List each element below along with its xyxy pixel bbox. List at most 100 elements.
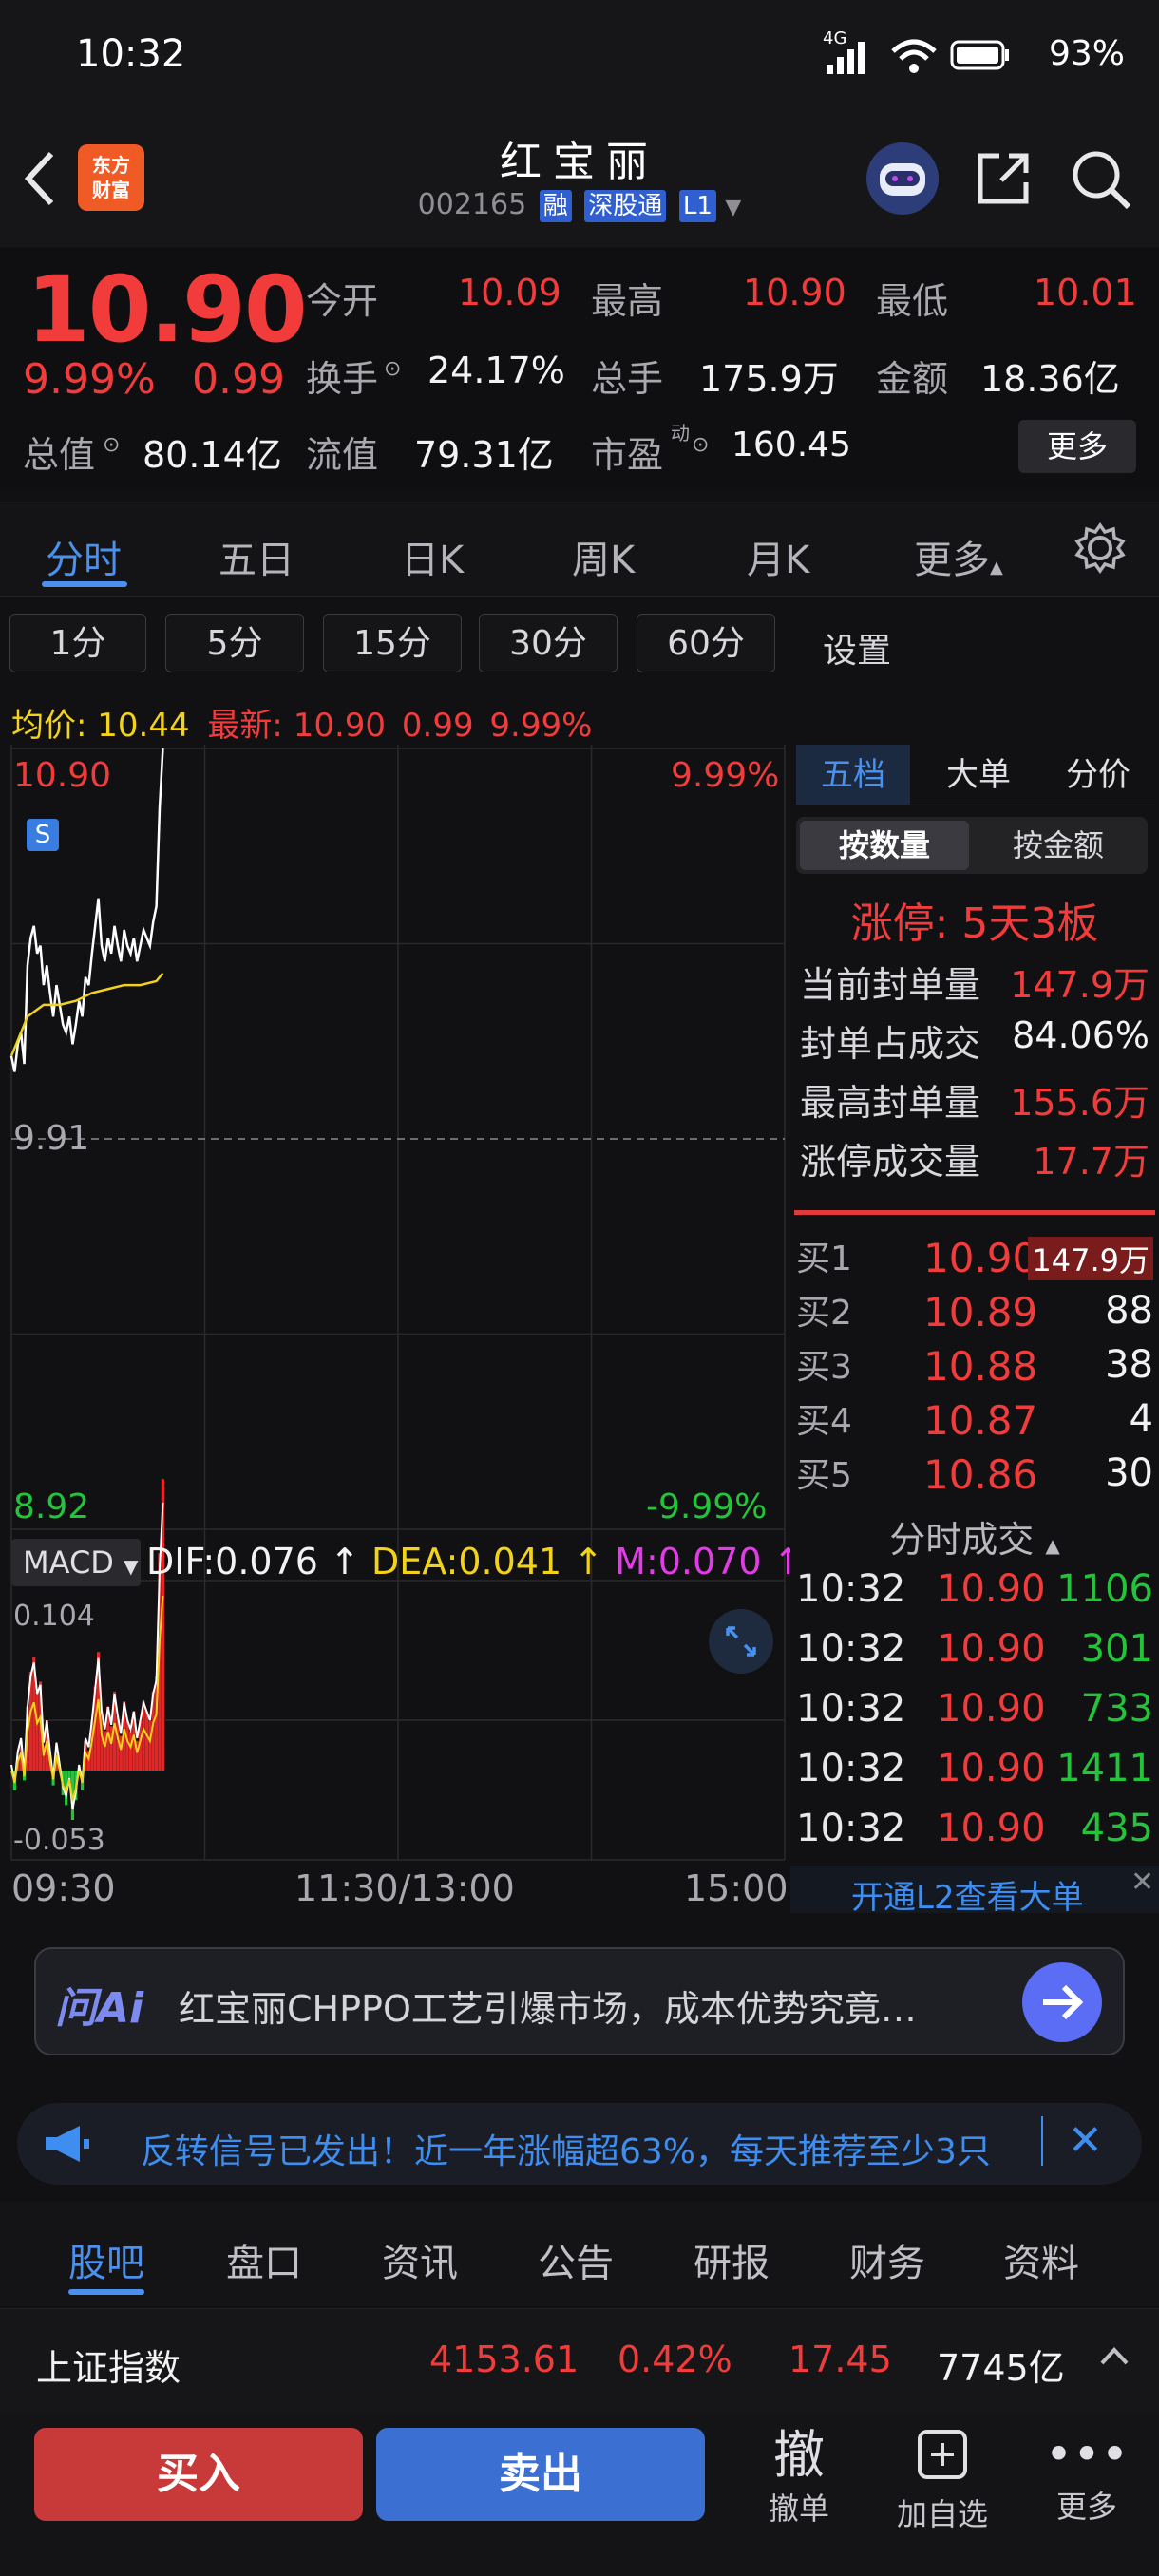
info-icon[interactable]: ⊙ [103, 433, 120, 457]
pe-superscript: 动 [671, 422, 690, 445]
chevron-down-icon: ▼ [725, 196, 742, 219]
macd-axis-top: 0.104 [13, 1600, 95, 1633]
info-icon[interactable]: ⊙ [384, 357, 401, 381]
tab-five-day[interactable]: 五日 [218, 529, 294, 584]
sub-tab-by-amount[interactable]: 按金额 [973, 821, 1144, 870]
sell-button[interactable]: 卖出 [376, 2428, 705, 2521]
change-percent: 9.99% [23, 355, 156, 404]
search-icon[interactable] [1070, 148, 1132, 215]
info-icon[interactable]: ⊙ [692, 433, 709, 457]
arrow-right-icon[interactable] [1022, 1962, 1102, 2042]
cancel-order-icon: 撤 [773, 2425, 825, 2485]
index-name: 上证指数 [36, 2347, 181, 2389]
bid-price[interactable]: 10.88 [923, 1343, 1037, 1390]
price-axis-top: 10.90 [13, 756, 112, 795]
tab-monthly-k[interactable]: 月K [747, 529, 809, 584]
interval-settings-link[interactable]: 设置 [823, 623, 891, 672]
tab-announcements[interactable]: 公告 [538, 2232, 614, 2287]
buy-button[interactable]: 买入 [34, 2428, 363, 2521]
change-amount: 0.99 [192, 355, 285, 404]
bid-price[interactable]: 10.86 [923, 1451, 1037, 1498]
robot-assistant-icon[interactable] [866, 142, 939, 215]
tab-news[interactable]: 资讯 [382, 2232, 458, 2287]
tab-price-distribution[interactable]: 分价 [1041, 745, 1155, 805]
seal-row-label: 最高封单量 [800, 1082, 981, 1124]
tab-more[interactable]: 更多▲ [914, 529, 1003, 584]
battery-percent: 93% [1048, 34, 1125, 73]
interval-1min-button[interactable]: 1分 [10, 614, 146, 672]
more-menu-button[interactable]: ••• 更多 [1037, 2426, 1136, 2527]
gear-icon[interactable] [1074, 521, 1127, 578]
macd-selector[interactable]: MACD ▼ [11, 1539, 141, 1586]
turnover-value: 24.17% [428, 350, 565, 391]
tick-time: 10:32 [796, 1747, 906, 1790]
level-tag: L1 [678, 190, 716, 222]
tab-forum[interactable]: 股吧 [68, 2232, 144, 2287]
tab-daily-k[interactable]: 日K [401, 529, 464, 584]
avg-label: 均价: [11, 707, 87, 745]
signal-s-marker[interactable]: S [27, 819, 59, 851]
price-line [10, 748, 164, 1072]
tab-profile[interactable]: 资料 [1003, 2232, 1079, 2287]
margin-tag: 融 [539, 190, 572, 222]
battery-icon [950, 38, 1011, 76]
more-button[interactable]: 更多 [1018, 420, 1136, 473]
bid-level-label: 买2 [796, 1294, 852, 1333]
divider [1041, 2116, 1043, 2166]
amount-label: 金额 [876, 358, 949, 400]
interval-5min-button[interactable]: 5分 [165, 614, 304, 672]
tick-time: 10:32 [796, 1627, 906, 1671]
high-value: 10.90 [743, 272, 846, 313]
wifi-icon [889, 38, 939, 80]
stock-code: 002165 [417, 188, 527, 221]
open-value: 10.09 [458, 272, 561, 313]
seal-row-label: 封单占成交 [800, 1023, 981, 1065]
promo-text[interactable]: 反转信号已发出！近一年涨幅超63%，每天推荐至少3只 [141, 2124, 1043, 2173]
bid-price[interactable]: 10.89 [923, 1289, 1037, 1335]
index-change: 17.45 [788, 2339, 892, 2380]
bid-price[interactable]: 10.90 [923, 1235, 1037, 1281]
close-icon[interactable]: ✕ [1068, 2116, 1103, 2165]
sub-tab-group: 按数量 按金额 [796, 817, 1148, 874]
bid-price[interactable]: 10.87 [923, 1397, 1037, 1444]
order-panel-tabs: 五档 大单 分价 [792, 745, 1155, 805]
price-axis-bottom: 8.92 [13, 1487, 90, 1526]
l2-banner[interactable]: 开通L2查看大单 ✕ [790, 1866, 1159, 1917]
macd-bar [128, 1731, 133, 1771]
tick-time: 10:32 [796, 1687, 906, 1731]
tab-weekly-k[interactable]: 周K [572, 529, 635, 584]
tab-research[interactable]: 研报 [694, 2232, 770, 2287]
interval-60min-button[interactable]: 60分 [636, 614, 775, 672]
interval-30min-button[interactable]: 30分 [479, 614, 618, 672]
add-watchlist-button[interactable]: 加自选 [889, 2426, 996, 2534]
share-icon[interactable] [973, 148, 1034, 213]
chevron-up-icon[interactable] [1098, 2342, 1130, 2375]
intraday-chart[interactable] [0, 745, 788, 1913]
tick-volume: 435 [1080, 1807, 1153, 1850]
close-icon[interactable]: ✕ [1130, 1866, 1154, 1899]
tick-volume: 301 [1080, 1627, 1153, 1671]
bid-volume: 30 [1105, 1451, 1153, 1495]
ticks-title[interactable]: 分时成交 ▲ [790, 1510, 1159, 1563]
interval-15min-button[interactable]: 15分 [323, 614, 462, 672]
tab-intraday[interactable]: 分时 [46, 529, 122, 584]
bid-volume: 38 [1105, 1343, 1153, 1387]
tab-orderbook[interactable]: 盘口 [226, 2232, 302, 2287]
tab-big-orders[interactable]: 大单 [922, 745, 1036, 805]
ai-prompt-text[interactable]: 红宝丽CHPPO工艺引爆市场，成本优势究竟… [179, 1979, 996, 2032]
tick-price: 10.90 [937, 1687, 1046, 1731]
bid-volume: 4 [1129, 1397, 1153, 1441]
period-tab-bar: 分时 五日 日K 周K 月K 更多▲ [0, 502, 1159, 597]
tab-financials[interactable]: 财务 [849, 2232, 925, 2287]
chart-grid [10, 745, 786, 1861]
cancel-order-button[interactable]: 撤 撤单 [750, 2426, 847, 2529]
sub-tab-by-quantity[interactable]: 按数量 [800, 821, 969, 870]
add-square-icon [918, 2430, 967, 2479]
latest-value: 10.90 [293, 707, 387, 745]
bid-level-label: 买4 [796, 1402, 852, 1441]
pe-label: 市盈 [591, 434, 664, 476]
expand-icon[interactable] [709, 1609, 773, 1674]
tab-five-levels[interactable]: 五档 [796, 745, 910, 805]
high-label: 最高 [591, 280, 664, 322]
macd-bar [125, 1721, 129, 1771]
